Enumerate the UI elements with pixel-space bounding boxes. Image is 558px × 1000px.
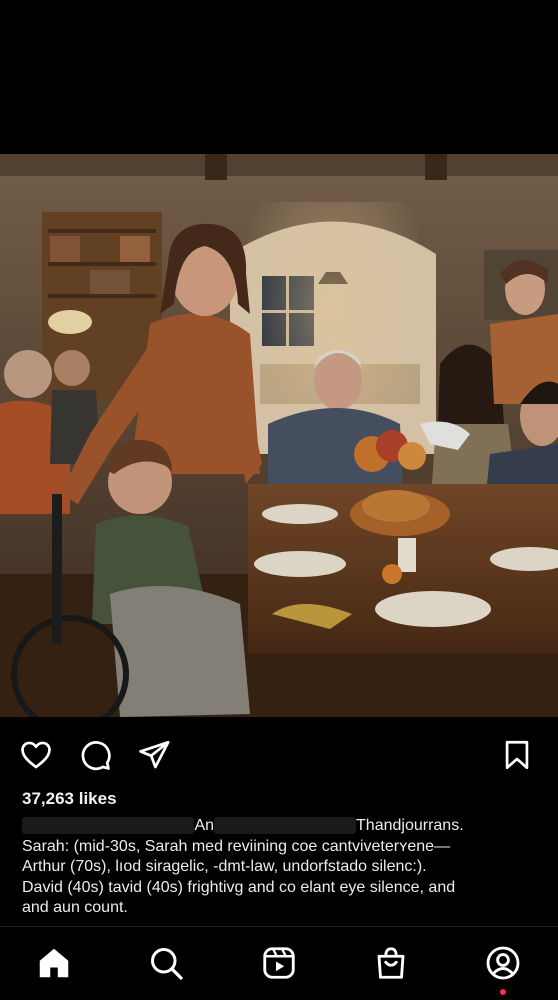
caption-line-5: and aun count.: [22, 899, 128, 916]
nav-shop[interactable]: [371, 943, 411, 983]
nav-home[interactable]: [34, 943, 74, 983]
comment-icon: [81, 741, 111, 771]
share-button[interactable]: [136, 737, 172, 773]
like-button[interactable]: [18, 737, 54, 773]
top-black-area: [0, 0, 558, 154]
caption-line-1-end: Thandjourrans.: [356, 817, 464, 834]
caption-line-1: An Thandjourrans.: [22, 816, 537, 837]
send-icon: [139, 740, 170, 769]
thanksgiving-scene-illustration: [0, 154, 558, 717]
bottom-nav-bar: [0, 927, 558, 1000]
nav-profile[interactable]: [483, 943, 523, 983]
comment-button[interactable]: [77, 737, 113, 773]
caption-redacted-text: [214, 817, 357, 834]
caption-line-3: Arthur (70s), lıod siragelic, -dmt-law, …: [22, 858, 427, 875]
search-icon: [151, 948, 183, 980]
nav-reels[interactable]: [259, 943, 299, 983]
notification-dot: [500, 989, 506, 995]
caption-redacted-text: [22, 817, 195, 834]
shop-icon: [377, 947, 405, 979]
profile-icon: [486, 946, 520, 980]
heart-icon: [21, 741, 51, 769]
post-image[interactable]: [0, 154, 558, 717]
post-caption: An Thandjourrans. Sarah: (mid-30s, Sarah…: [22, 816, 537, 919]
post-actions-bar: [0, 717, 558, 789]
nav-search[interactable]: [146, 943, 186, 983]
caption-line-2: Sarah: (mid-30s, Sarah med reviining coe…: [22, 837, 451, 855]
bookmark-icon: [505, 740, 529, 770]
save-button[interactable]: [499, 737, 535, 773]
caption-line-4: David (40s) tavid (40s) frightivg and co…: [22, 878, 456, 896]
home-icon: [39, 948, 69, 978]
caption-line-1-mid: An: [194, 817, 215, 834]
likes-count[interactable]: 37,263 likes: [22, 789, 117, 809]
reels-icon: [263, 947, 295, 979]
